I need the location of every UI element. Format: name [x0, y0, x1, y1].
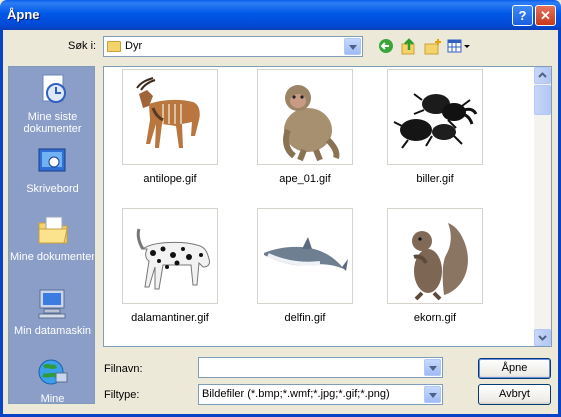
- place-desktop-label: Skrivebord: [26, 183, 79, 195]
- new-folder-icon: [424, 39, 441, 55]
- antelope-thumbnail: [122, 69, 218, 165]
- up-folder-button[interactable]: [399, 38, 419, 58]
- new-folder-button[interactable]: [423, 38, 443, 58]
- back-arrow-icon: [379, 39, 393, 53]
- title-bar: Åpne ? ✕: [0, 0, 561, 30]
- file-item[interactable]: dalamantiner.gif: [115, 208, 225, 324]
- help-button[interactable]: ?: [512, 5, 533, 26]
- vertical-scrollbar[interactable]: [534, 67, 551, 346]
- file-item[interactable]: antilope.gif: [115, 69, 225, 185]
- filename-field[interactable]: [198, 357, 443, 378]
- view-menu-button[interactable]: [446, 38, 472, 58]
- filename-label: Filnavn:: [104, 363, 143, 375]
- look-in-label: Søk i:: [68, 40, 97, 52]
- file-name: antilope.gif: [143, 173, 197, 185]
- cancel-button[interactable]: Avbryt: [478, 384, 551, 405]
- chevron-down-icon[interactable]: [424, 359, 441, 376]
- view-grid-icon: [447, 39, 470, 53]
- up-folder-icon: [401, 38, 415, 55]
- filetype-label: Filtype:: [104, 389, 140, 401]
- my-computer-icon: [36, 287, 70, 321]
- close-button[interactable]: ✕: [535, 5, 556, 26]
- places-bar: Mine siste dokumenter Skrivebord Mine do…: [8, 66, 95, 404]
- look-in-value: Dyr: [125, 40, 143, 52]
- scroll-up-button[interactable]: [534, 67, 551, 84]
- chevron-down-icon[interactable]: [424, 386, 441, 403]
- chevron-up-icon: [538, 72, 547, 78]
- place-my-documents-label: Mine dokumenter: [10, 251, 95, 263]
- filetype-value: Bildefiler (*.bmp;*.wmf;*.jpg;*.gif;*.pn…: [202, 388, 390, 400]
- file-name: ekorn.gif: [413, 312, 457, 324]
- squirrel-thumbnail: [387, 208, 483, 304]
- place-my-documents[interactable]: Mine dokumenter: [9, 213, 95, 263]
- file-item[interactable]: biller.gif: [380, 69, 490, 185]
- dolphin-thumbnail: [257, 208, 353, 304]
- back-button[interactable]: [376, 38, 396, 58]
- place-desktop[interactable]: Skrivebord: [9, 145, 94, 195]
- file-name: biller.gif: [416, 173, 454, 185]
- place-my-computer-label: Min datamaskin: [13, 325, 92, 337]
- file-list[interactable]: antilope.gif ape_01.gif biller.gif dalam…: [103, 66, 552, 347]
- dalmatian-thumbnail: [122, 208, 218, 304]
- place-recent-label: Mine siste dokumenter: [23, 111, 82, 135]
- scroll-thumb[interactable]: [534, 85, 551, 115]
- place-network[interactable]: Mine: [9, 355, 94, 404]
- file-item[interactable]: ape_01.gif: [250, 69, 360, 185]
- chevron-down-icon[interactable]: [344, 38, 361, 55]
- scroll-down-button[interactable]: [534, 329, 551, 346]
- monkey-thumbnail: [257, 69, 353, 165]
- window-title: Åpne: [7, 7, 40, 22]
- file-name: ape_01.gif: [279, 173, 331, 185]
- file-name: dalamantiner.gif: [131, 312, 209, 324]
- open-button[interactable]: Åpne: [478, 358, 551, 379]
- place-my-computer[interactable]: Min datamaskin: [9, 287, 94, 337]
- beetles-thumbnail: [387, 69, 483, 165]
- place-network-label: Mine: [40, 393, 65, 404]
- my-documents-icon: [36, 213, 70, 247]
- network-icon: [36, 355, 70, 389]
- filetype-select[interactable]: Bildefiler (*.bmp;*.wmf;*.jpg;*.gif;*.pn…: [198, 384, 443, 405]
- file-item[interactable]: ekorn.gif: [380, 208, 490, 324]
- desktop-icon: [36, 145, 70, 179]
- chevron-down-icon: [538, 335, 547, 341]
- file-name: delfin.gif: [284, 312, 326, 324]
- folder-icon: [107, 40, 121, 52]
- look-in-combo[interactable]: Dyr: [103, 36, 363, 57]
- recent-documents-icon: [36, 73, 70, 107]
- file-item[interactable]: delfin.gif: [250, 208, 360, 324]
- place-recent[interactable]: Mine siste dokumenter: [9, 73, 94, 135]
